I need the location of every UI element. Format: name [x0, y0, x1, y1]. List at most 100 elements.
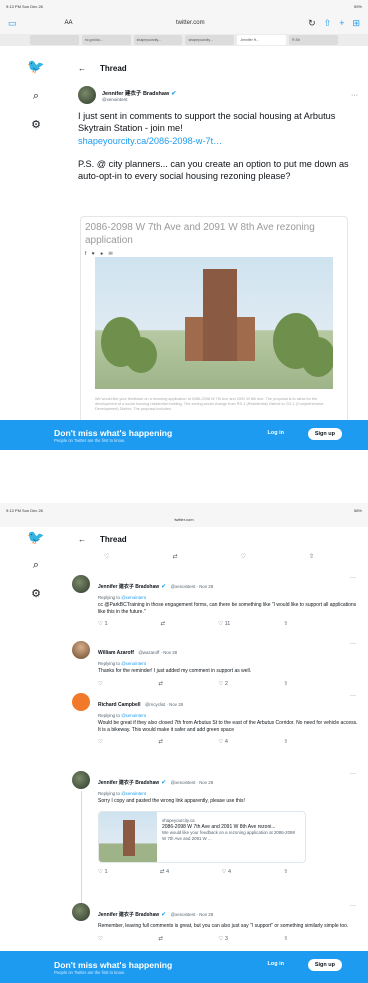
browser-tab[interactable]: shapeyourcity...	[185, 35, 235, 45]
reply-tweet[interactable]: Jennifer 建衣子 Bradshaw ✔ @xenointent · Nov…	[72, 903, 358, 942]
replying-to-link[interactable]: @xenointent	[121, 713, 146, 718]
like-icon[interactable]: ♡ 4	[218, 739, 228, 745]
verified-icon: ✔	[171, 90, 177, 97]
reply-tweet[interactable]: Richard Campbell @rncyclist · Nov 28 Rep…	[72, 693, 358, 745]
signup-button[interactable]: Sign up	[307, 428, 342, 440]
banner-subtitle: People on Twitter are the first to know.	[54, 437, 125, 443]
like-icon[interactable]: ♡ 2	[218, 681, 228, 687]
retweet-icon[interactable]: ⇄ 4	[160, 869, 169, 875]
verified-icon: ✔	[161, 584, 167, 590]
browser-tab[interactable]: nc.gov/do...	[81, 35, 131, 45]
share-icon[interactable]: ⇧	[283, 681, 288, 687]
avatar[interactable]	[78, 86, 96, 104]
reply-tweet[interactable]: Jennifer 建衣子 Bradshaw ✔ @xenointent · Nov…	[72, 771, 358, 909]
retweet-icon[interactable]: ⇄	[161, 621, 166, 627]
replying-to-link[interactable]: @xenointent	[121, 595, 146, 600]
sidebar-icon[interactable]: ▭	[8, 18, 17, 28]
reply-icon[interactable]: ♡ 1	[98, 869, 108, 875]
more-icon[interactable]: ···	[350, 771, 356, 777]
link-preview-card[interactable]: shapeyourcity.ca 2086-2098 W 7th Ave and…	[98, 810, 306, 863]
like-icon[interactable]: ♡	[241, 553, 246, 560]
avatar[interactable]	[72, 575, 90, 593]
more-icon[interactable]: ···	[351, 92, 358, 99]
browser-tab-active[interactable]: Jennifer H...	[237, 35, 287, 45]
author-meta: @xenointent · Nov 28	[170, 780, 214, 785]
reply-text: cc @ParkBCTraining in those engagement f…	[98, 602, 357, 615]
address-bar[interactable]: twitter.com	[0, 517, 368, 527]
avatar[interactable]	[72, 771, 90, 789]
reply-icon[interactable]: ♡ 1	[98, 621, 108, 627]
browser-toolbar: ▭ AA twitter.com ↻ ⇧ + ⊞	[0, 12, 368, 34]
back-arrow-icon[interactable]: ←	[78, 64, 86, 73]
reply-tweet[interactable]: William Azaroff @wazaroff · Nov 28 Reply…	[72, 641, 358, 687]
like-icon[interactable]: ♡ 4	[221, 869, 231, 875]
main-tweet: Jennifer 建衣子 Bradshaw ✔ @xenointent ··· I…	[78, 86, 358, 182]
status-bar: 9:13 PM Sun Dec 26 58%	[0, 503, 368, 517]
share-icon[interactable]: ⇧	[309, 553, 314, 560]
reply-actions: ♡ 1 ⇄ 4 ♡ 4 ⇧	[98, 869, 288, 875]
signup-button[interactable]: Sign up	[307, 959, 342, 971]
reply-icon[interactable]: ♡	[98, 681, 103, 687]
status-bar: 9:13 PM Sun Dec 26 59%	[0, 0, 368, 12]
reply-icon[interactable]: ♡	[104, 553, 109, 560]
verified-icon: ✔	[161, 912, 167, 918]
more-icon[interactable]: ···	[350, 693, 356, 699]
browser-tab[interactable]: R.Sb	[289, 35, 338, 45]
author-name: Jennifer 建衣子 Bradshaw	[98, 584, 160, 590]
browser-tab[interactable]: shapeyourcity...	[133, 35, 183, 45]
card-thumbnail	[99, 811, 157, 862]
browser-tab[interactable]	[30, 35, 79, 45]
search-icon[interactable]: ⌕	[33, 90, 39, 103]
replying-to-link[interactable]: @xenointent	[121, 661, 146, 666]
tweet-link[interactable]: shapeyourcity.ca/2086-2098-w-7t…	[78, 135, 358, 147]
share-icon[interactable]: ⇧	[283, 621, 288, 627]
signup-banner: Don't miss what's happening People on Tw…	[0, 420, 368, 450]
more-icon[interactable]: ···	[350, 575, 356, 581]
login-button[interactable]: Log in	[268, 961, 285, 967]
more-icon[interactable]: ···	[350, 641, 356, 647]
avatar[interactable]	[72, 903, 90, 921]
share-icon[interactable]: ⇧	[283, 739, 288, 745]
retweet-icon[interactable]: ⇄	[158, 739, 163, 745]
search-icon[interactable]: ⌕	[33, 559, 39, 572]
replying-to-link[interactable]: @xenointent	[121, 791, 146, 796]
banner-title: Don't miss what's happening	[54, 959, 173, 970]
card-title: 2086-2098 W 7th Ave and 2091 W 8th Ave r…	[85, 222, 315, 246]
address-bar[interactable]: twitter.com	[81, 20, 301, 26]
more-icon[interactable]: ···	[350, 903, 356, 909]
twitter-bird-icon[interactable]: 🐦	[27, 58, 44, 75]
author-meta: @xenointent · Nov 28	[170, 584, 214, 589]
tabs-icon[interactable]: ⊞	[352, 18, 360, 28]
link-preview-card[interactable]: 2086-2098 W 7th Ave and 2091 W 8th Ave r…	[80, 216, 348, 444]
reply-actions: ♡ ⇄ ♡ 3 ⇧	[98, 936, 288, 942]
reply-text: Thanks for the reminder! I just added my…	[98, 668, 252, 674]
reply-text: Sorry I copy and pasted the wrong link a…	[98, 798, 245, 804]
retweet-icon[interactable]: ⇄	[158, 936, 163, 942]
twitter-bird-icon[interactable]: 🐦	[27, 529, 44, 546]
banner-subtitle: People on Twitter are the first to know.	[54, 969, 125, 975]
screenshot-bottom: 9:13 PM Sun Dec 26 58% twitter.com 🐦 ⌕ ⚙…	[0, 503, 368, 983]
reply-icon[interactable]: ♡	[98, 936, 103, 942]
tweet-author[interactable]: Jennifer 建衣子 Bradshaw ✔ @xenointent ···	[78, 86, 358, 104]
like-icon[interactable]: ♡ 3	[218, 936, 228, 942]
retweet-icon[interactable]: ⇄	[172, 553, 177, 560]
share-icon[interactable]: ⇧	[324, 18, 332, 28]
retweet-icon[interactable]: ⇄	[158, 681, 163, 687]
login-button[interactable]: Log in	[268, 430, 285, 436]
avatar[interactable]	[72, 693, 90, 711]
share-icon[interactable]: ⇧	[283, 869, 288, 875]
tweet-actions: ♡ ⇄ ♡ ⇧	[104, 553, 314, 560]
avatar[interactable]	[72, 641, 90, 659]
gear-icon[interactable]: ⚙	[31, 118, 41, 131]
back-arrow-icon[interactable]: ←	[78, 535, 86, 544]
like-icon[interactable]: ♡ 11	[218, 621, 230, 627]
text-size-button[interactable]: AA	[65, 20, 73, 26]
reply-tweet[interactable]: Jennifer 建衣子 Bradshaw ✔ @xenointent · Nov…	[72, 575, 358, 627]
author-name: Richard Campbell	[98, 702, 141, 708]
gear-icon[interactable]: ⚙	[31, 587, 41, 600]
status-time: 9:13 PM Sun Dec 26	[6, 3, 43, 9]
plus-icon[interactable]: +	[339, 18, 344, 28]
share-icon[interactable]: ⇧	[283, 936, 288, 942]
reload-icon[interactable]: ↻	[308, 18, 316, 28]
reply-icon[interactable]: ♡	[98, 739, 103, 745]
